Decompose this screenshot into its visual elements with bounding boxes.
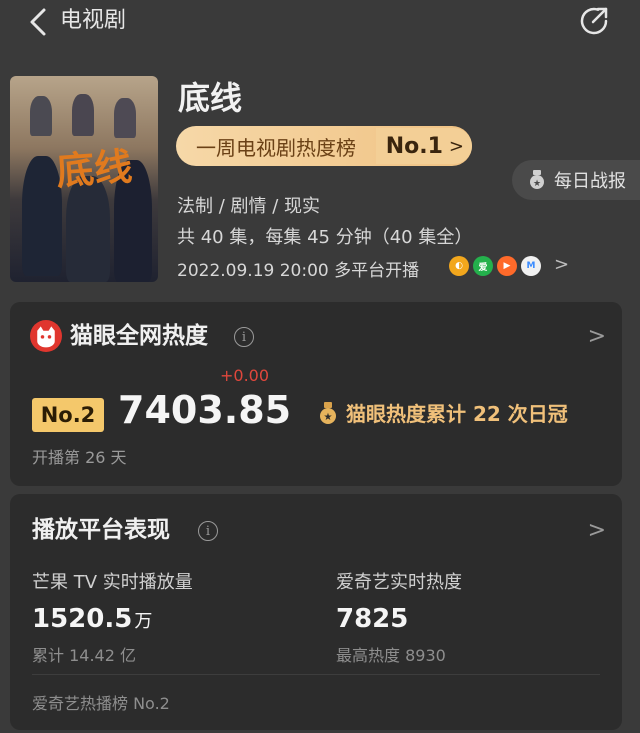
days-aired: 开播第 26 天: [32, 448, 127, 467]
mango-tv-label: 芒果 TV 实时播放量: [32, 572, 193, 593]
maoyan-heat-card[interactable]: 猫眼全网热度 i > +0.00 No.2 7403.85 ★ 猫眼热度累计 2…: [10, 302, 622, 486]
rank-label: 一周电视剧热度榜: [196, 135, 356, 160]
chevron-left-icon: [30, 8, 46, 36]
genre-tags: 法制 / 剧情 / 现实: [177, 196, 321, 217]
platform-performance-title: 播放平台表现: [32, 517, 170, 543]
chevron-right-icon[interactable]: >: [588, 324, 606, 349]
iqiyi-peak: 最高热度 8930: [336, 646, 446, 665]
tencent-video-icon: ▶: [497, 256, 517, 276]
info-icon[interactable]: i: [198, 521, 218, 541]
air-date: 2022.09.19 20:00 多平台开播: [177, 261, 420, 281]
chevron-right-icon: >: [448, 135, 464, 157]
iqiyi-stats: 爱奇艺实时热度 7825 最高热度 8930: [336, 568, 462, 666]
mango-tv-value: 1520.5 万: [32, 604, 193, 634]
svg-text:★: ★: [533, 179, 541, 189]
show-title: 底线: [178, 79, 243, 117]
heat-value: 7403.85: [118, 388, 292, 432]
share-icon: [580, 7, 608, 35]
streak-text: 猫眼热度累计 22 次日冠: [346, 402, 568, 426]
divider: [32, 674, 600, 675]
mango-tv-value-number: 1520.5: [32, 604, 133, 634]
mango-tv-icon: ◐: [449, 256, 469, 276]
maoyan-heat-title: 猫眼全网热度: [70, 323, 208, 349]
iqiyi-value: 7825: [336, 604, 409, 634]
heat-rank-badge: No.2: [32, 398, 104, 432]
rank-number: No.1 >: [375, 128, 472, 164]
chevron-right-icon[interactable]: >: [554, 254, 569, 275]
iqiyi-label: 爱奇艺实时热度: [336, 572, 462, 593]
back-button[interactable]: [24, 4, 54, 40]
mango-tv-total: 累计 14.42 亿: [32, 646, 136, 665]
daily-report-label: 每日战报: [554, 171, 626, 192]
maoyan-cat-icon: [30, 320, 62, 352]
daily-report-button[interactable]: ★ 每日战报: [512, 160, 640, 200]
poster-title: 底线: [54, 143, 134, 194]
mango-tv-stats: 芒果 TV 实时播放量 1520.5 万 累计 14.42 亿: [32, 568, 193, 666]
heat-delta: +0.00: [220, 366, 270, 385]
iqiyi-hot-rank: 爱奇艺热播榜 No.2: [32, 694, 170, 713]
iqiyi-icon: 爱: [473, 256, 493, 276]
nav-title: 电视剧: [60, 8, 127, 33]
show-poster[interactable]: 底线: [10, 76, 158, 282]
rank-number-text: No.1: [385, 133, 443, 159]
youku-icon: M: [521, 256, 541, 276]
weekly-rank-badge[interactable]: 一周电视剧热度榜 No.1 >: [176, 126, 472, 166]
medal-icon: ★: [320, 401, 336, 424]
daily-champion-streak[interactable]: ★ 猫眼热度累计 22 次日冠: [318, 398, 568, 427]
platform-performance-card[interactable]: 播放平台表现 i > 芒果 TV 实时播放量 1520.5 万 累计 14.42 …: [10, 494, 622, 730]
platform-icons[interactable]: ◐ 爱 ▶ M: [449, 256, 541, 276]
top-nav: 电视剧: [0, 0, 640, 44]
episode-info: 共 40 集，每集 45 分钟（40 集全）: [177, 227, 473, 248]
share-button[interactable]: [576, 3, 612, 39]
mango-tv-value-unit: 万: [134, 611, 153, 632]
chevron-right-icon[interactable]: >: [588, 518, 606, 543]
medal-icon: ★: [530, 170, 544, 189]
svg-text:★: ★: [324, 412, 333, 423]
info-icon[interactable]: i: [234, 327, 254, 347]
